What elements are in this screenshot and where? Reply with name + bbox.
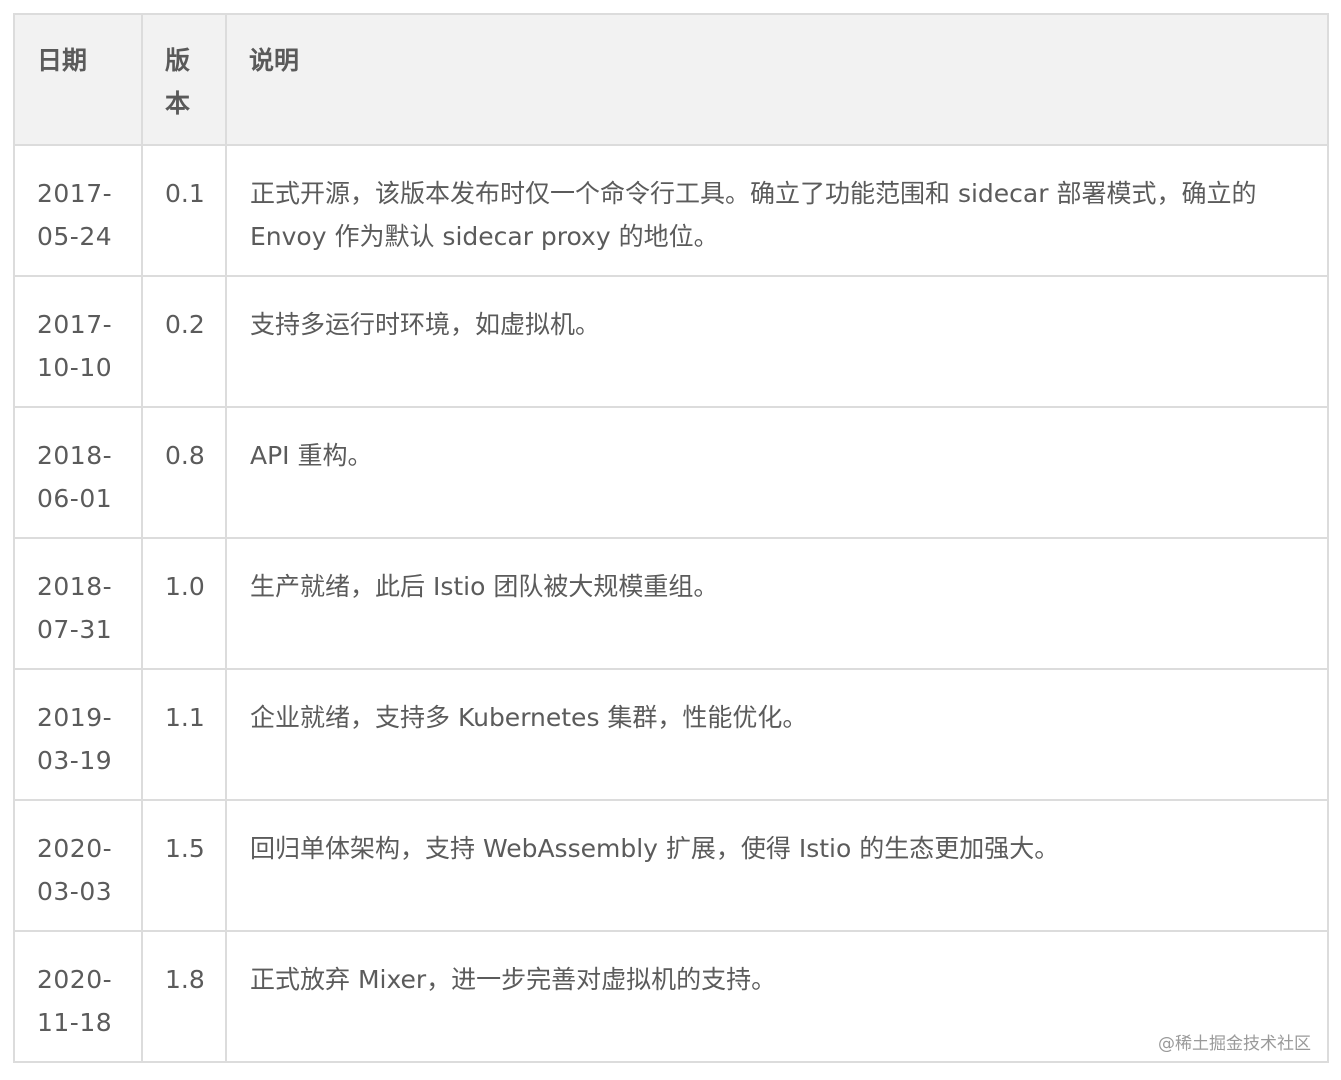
date-cell: 2019-03-19 [13,668,143,801]
version-cell: 1.8 [141,930,227,1063]
version-cell: 0.2 [141,275,227,408]
table-row: 2020-11-18 1.8 正式放弃 Mixer，进一步完善对虚拟机的支持。 [13,930,1329,1063]
table-header: 日期 版本 说明 [13,13,1329,146]
description-cell: 生产就绪，此后 Istio 团队被大规模重组。 [225,537,1329,670]
table-row: 2020-03-03 1.5 回归单体架构，支持 WebAssembly 扩展，… [13,799,1329,932]
table-row: 2017-10-10 0.2 支持多运行时环境，如虚拟机。 [13,275,1329,408]
watermark: @稀土掘金技术社区 [1158,1034,1311,1054]
table-row: 2018-06-01 0.8 API 重构。 [13,406,1329,539]
description-cell: 正式开源，该版本发布时仅一个命令行工具。确立了功能范围和 sidecar 部署模… [225,144,1329,277]
table-body: 2017-05-24 0.1 正式开源，该版本发布时仅一个命令行工具。确立了功能… [13,144,1329,1063]
table-row: 2017-05-24 0.1 正式开源，该版本发布时仅一个命令行工具。确立了功能… [13,144,1329,277]
version-cell: 1.0 [141,537,227,670]
header-description: 说明 [225,13,1329,146]
table-row: 2018-07-31 1.0 生产就绪，此后 Istio 团队被大规模重组。 [13,537,1329,670]
version-cell: 1.5 [141,799,227,932]
description-cell: 企业就绪，支持多 Kubernetes 集群，性能优化。 [225,668,1329,801]
date-cell: 2017-05-24 [13,144,143,277]
date-cell: 2018-07-31 [13,537,143,670]
date-cell: 2020-11-18 [13,930,143,1063]
date-cell: 2017-10-10 [13,275,143,408]
release-history-table: 日期 版本 说明 2017-05-24 0.1 正式开源，该版本发布时仅一个命令… [13,13,1329,1063]
header-version: 版本 [141,13,227,146]
date-cell: 2020-03-03 [13,799,143,932]
description-cell: 回归单体架构，支持 WebAssembly 扩展，使得 Istio 的生态更加强… [225,799,1329,932]
header-row: 日期 版本 说明 [13,13,1329,146]
description-cell: 支持多运行时环境，如虚拟机。 [225,275,1329,408]
table-row: 2019-03-19 1.1 企业就绪，支持多 Kubernetes 集群，性能… [13,668,1329,801]
version-cell: 0.1 [141,144,227,277]
version-cell: 1.1 [141,668,227,801]
version-cell: 0.8 [141,406,227,539]
release-history-table-wrapper: 日期 版本 说明 2017-05-24 0.1 正式开源，该版本发布时仅一个命令… [13,13,1329,1063]
date-cell: 2018-06-01 [13,406,143,539]
header-date: 日期 [13,13,143,146]
description-cell: API 重构。 [225,406,1329,539]
